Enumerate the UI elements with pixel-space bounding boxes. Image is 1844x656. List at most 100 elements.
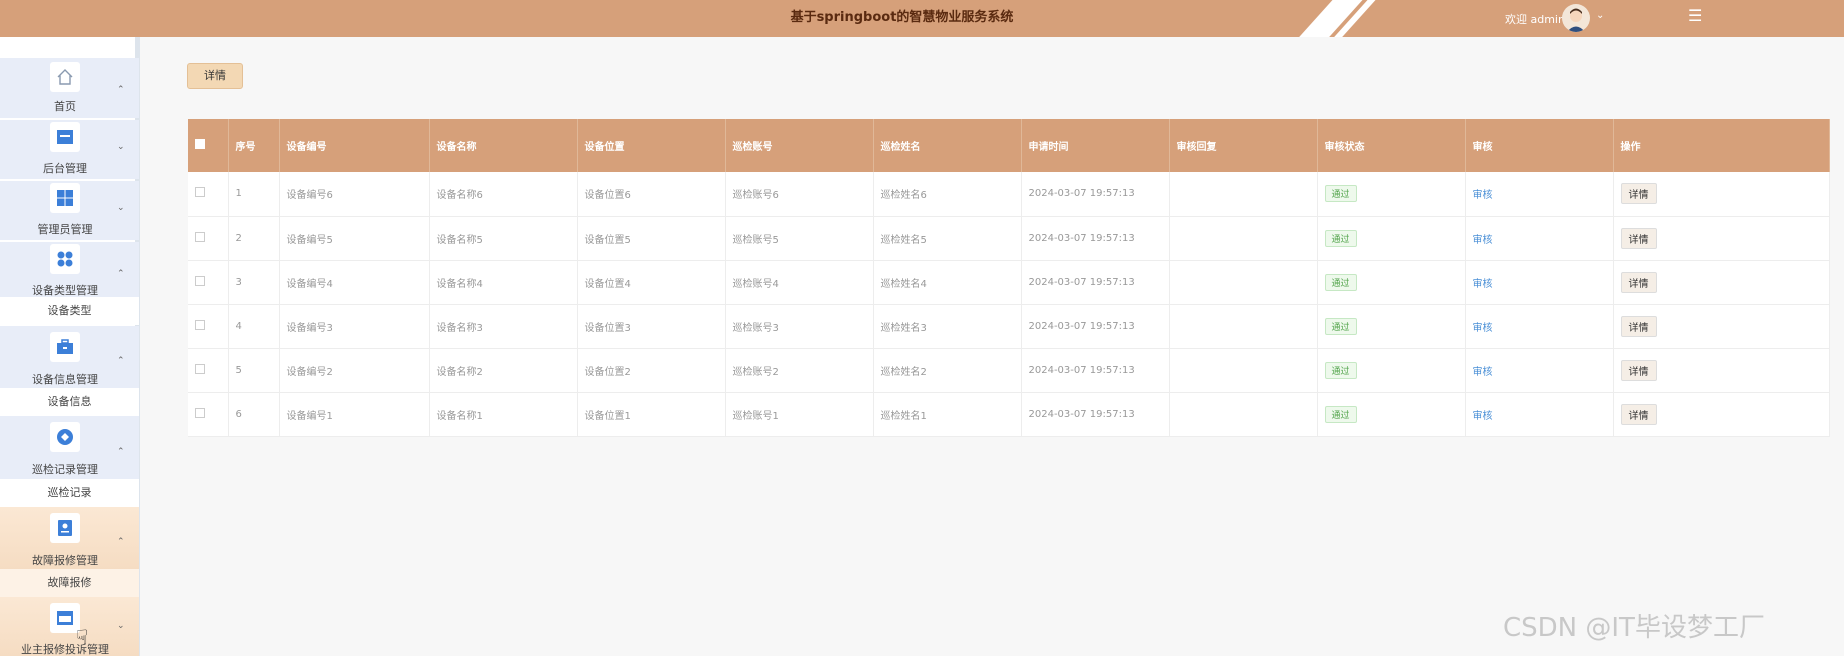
detail-row-button[interactable]: 详情 [1620, 315, 1657, 337]
sidebar-item-owner-complaints[interactable]: 业主报修投诉管理 ⌄ [0, 597, 139, 656]
cell-audit[interactable]: 审核 [1465, 216, 1614, 261]
cell-inspector-name: 巡检姓名5 [873, 216, 1022, 261]
cell-no: 1 [228, 172, 280, 217]
status-badge: 通过 [1324, 229, 1357, 247]
detail-button[interactable]: 详情 [187, 63, 243, 89]
sidebar-item-repair[interactable]: 故障报修管理 ⌃ [0, 507, 139, 571]
cell-audit[interactable]: 审核 [1465, 304, 1614, 349]
cell-action[interactable]: 详情 [1613, 260, 1830, 305]
sidebar-item-device-types[interactable]: 设备类型管理 ⌃ [0, 242, 139, 301]
column-header[interactable]: 巡检姓名 [873, 119, 1022, 172]
checkbox[interactable] [195, 231, 205, 242]
cell-action[interactable]: 详情 [1613, 392, 1830, 437]
cell-device-code: 设备编号2 [279, 348, 430, 393]
checkbox[interactable] [195, 363, 205, 374]
cell-inspector-account: 巡检账号4 [725, 260, 874, 305]
column-header[interactable]: 巡检账号 [725, 119, 874, 172]
table-row: 5 设备编号2 设备名称2 设备位置2 巡检账号2 巡检姓名2 2024-03-07 19:… [188, 348, 1830, 393]
cell-status: 通过 [1317, 392, 1466, 437]
status-badge: 通过 [1324, 405, 1357, 423]
sidebar-item-backend[interactable]: 后台管理 ⌄ [0, 120, 139, 179]
column-header[interactable]: 操作 [1613, 119, 1830, 172]
cell-audit-reply [1169, 172, 1318, 217]
column-header[interactable]: 设备名称 [429, 119, 578, 172]
badge-icon [50, 513, 80, 543]
checkbox[interactable] [195, 407, 205, 418]
hamburger-icon[interactable]: ☰ [1688, 6, 1702, 25]
cell-inspector-account: 巡检账号6 [725, 172, 874, 217]
avatar[interactable] [1562, 4, 1590, 32]
column-header[interactable]: 申请时间 [1021, 119, 1170, 172]
column-header[interactable]: 设备位置 [577, 119, 726, 172]
cell-audit[interactable]: 审核 [1465, 260, 1614, 305]
column-header[interactable]: 设备编号 [279, 119, 430, 172]
cell-audit[interactable]: 审核 [1465, 392, 1614, 437]
checkbox[interactable] [195, 187, 205, 198]
cell-action[interactable]: 详情 [1613, 304, 1830, 349]
cell-audit[interactable]: 审核 [1465, 348, 1614, 393]
cell-inspector-name: 巡检姓名4 [873, 260, 1022, 305]
sidebar-item-label: 首页 [54, 100, 76, 113]
row-checkbox[interactable] [188, 348, 229, 393]
row-checkbox[interactable] [188, 172, 229, 217]
cell-status: 通过 [1317, 260, 1466, 305]
cell-no: 6 [228, 392, 280, 437]
cell-device-name: 设备名称5 [429, 216, 578, 261]
sidebar-item-label: 业主报修投诉管理 [21, 643, 109, 656]
cell-no: 5 [228, 348, 280, 393]
cell-inspector-account: 巡检账号3 [725, 304, 874, 349]
column-header[interactable]: 审核状态 [1317, 119, 1466, 172]
checkbox[interactable] [195, 319, 205, 330]
audit-link[interactable]: 审核 [1473, 235, 1493, 246]
cell-device-location: 设备位置3 [577, 304, 726, 349]
detail-row-button[interactable]: 详情 [1620, 271, 1657, 293]
audit-link[interactable]: 审核 [1473, 367, 1493, 378]
status-badge: 通过 [1324, 317, 1357, 335]
cell-device-location: 设备位置2 [577, 348, 726, 393]
column-header[interactable]: 审核 [1465, 119, 1614, 172]
cell-inspector-name: 巡检姓名6 [873, 172, 1022, 217]
detail-row-button[interactable]: 详情 [1620, 183, 1657, 205]
cell-action[interactable]: 详情 [1613, 348, 1830, 393]
home-icon [50, 62, 80, 92]
chevron-up-icon: ⌃ [117, 85, 125, 95]
cell-action[interactable]: 详情 [1613, 172, 1830, 217]
sidebar-item-device-info[interactable]: 设备信息管理 ⌃ [0, 326, 139, 390]
diamond-icon [50, 422, 80, 452]
audit-link[interactable]: 审核 [1473, 411, 1493, 422]
cell-apply-time: 2024-03-07 19:57:13 [1021, 392, 1170, 437]
sidebar-subitem-device-type[interactable]: 设备类型 [0, 297, 139, 325]
checkbox[interactable] [195, 275, 205, 286]
row-checkbox[interactable] [188, 392, 229, 437]
select-all-checkbox[interactable] [188, 119, 229, 172]
detail-row-button[interactable]: 详情 [1620, 227, 1657, 249]
sidebar-item-inspection[interactable]: 巡检记录管理 ⌃ [0, 416, 139, 481]
row-checkbox[interactable] [188, 260, 229, 305]
row-checkbox[interactable] [188, 304, 229, 349]
cell-device-code: 设备编号6 [279, 172, 430, 217]
column-header[interactable]: 序号 [228, 119, 280, 172]
status-badge: 通过 [1324, 185, 1357, 203]
cell-status: 通过 [1317, 304, 1466, 349]
sidebar-subitem-device-info[interactable]: 设备信息 [0, 388, 139, 416]
watermark: CSDN @IT毕设梦工厂 [1503, 613, 1765, 643]
detail-row-button[interactable]: 详情 [1620, 403, 1657, 425]
chevron-down-icon[interactable]: ⌄ [1596, 10, 1604, 21]
sidebar-subitem-repair[interactable]: 故障报修 [0, 569, 139, 597]
cell-audit-reply [1169, 304, 1318, 349]
cell-inspector-account: 巡检账号2 [725, 348, 874, 393]
cell-action[interactable]: 详情 [1613, 216, 1830, 261]
cell-audit[interactable]: 审核 [1465, 172, 1614, 217]
detail-row-button[interactable]: 详情 [1620, 359, 1657, 381]
sidebar-item-home[interactable]: 首页 ⌃ [0, 58, 139, 118]
audit-link[interactable]: 审核 [1473, 190, 1493, 201]
status-badge: 通过 [1324, 273, 1357, 291]
audit-link[interactable]: 审核 [1473, 279, 1493, 290]
cell-apply-time: 2024-03-07 19:57:13 [1021, 260, 1170, 305]
sidebar-subitem-inspection[interactable]: 巡检记录 [0, 479, 139, 507]
sidebar: 首页 ⌃ 后台管理 ⌄ 管理员管理 ⌄ 设备类型管理 ⌃ 设备类型 设备信息管理… [0, 37, 140, 656]
row-checkbox[interactable] [188, 216, 229, 261]
audit-link[interactable]: 审核 [1473, 323, 1493, 334]
column-header[interactable]: 审核回复 [1169, 119, 1318, 172]
sidebar-item-admins[interactable]: 管理员管理 ⌄ [0, 181, 139, 240]
